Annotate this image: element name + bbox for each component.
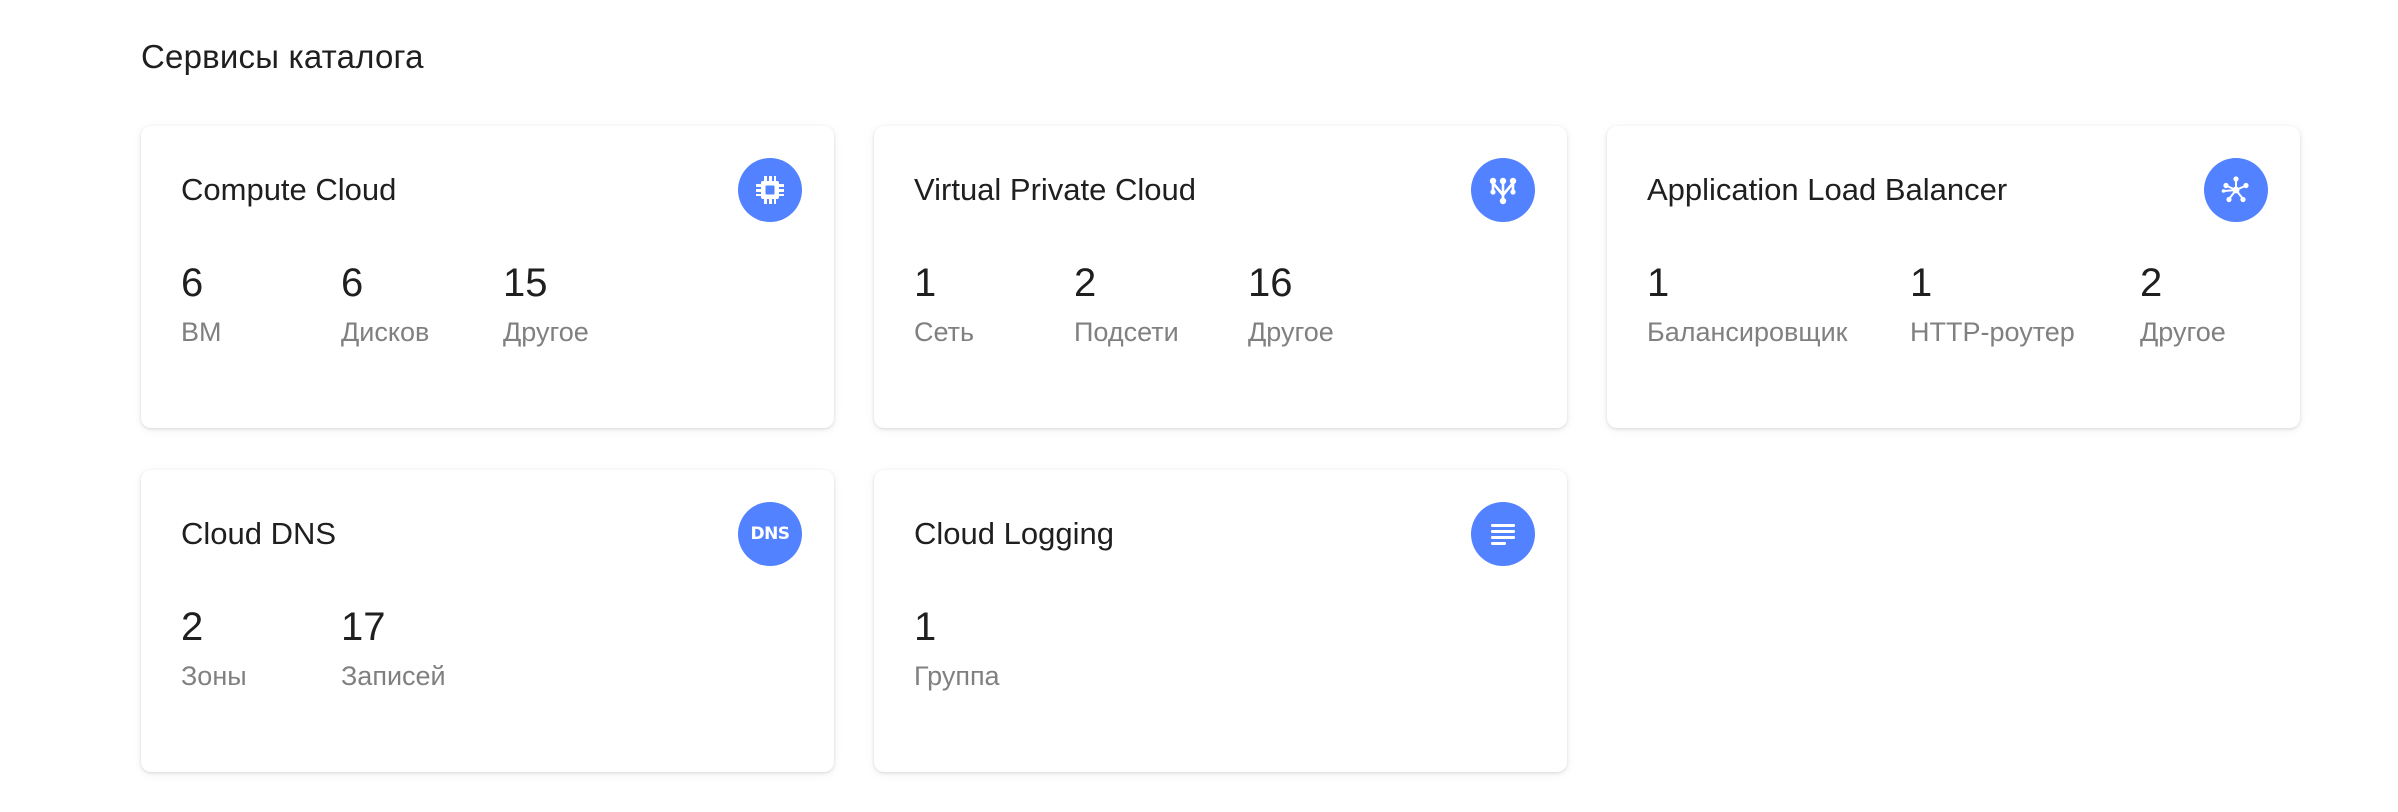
card-title: Cloud DNS — [181, 516, 337, 551]
page-title: Сервисы каталога — [141, 38, 424, 75]
stat-value: 1 — [914, 261, 937, 305]
stat-label: Подсети — [1074, 317, 1179, 347]
service-card-cloud-logging[interactable]: Cloud Logging 1 Группа — [874, 470, 1567, 772]
stat-value: 16 — [1248, 261, 1293, 305]
stat-label: Записей — [341, 661, 446, 691]
stat-label: Группа — [914, 661, 1000, 691]
stat-network: 1 Сеть — [914, 260, 974, 348]
service-card-compute-cloud[interactable]: Compute Cloud 6 ВМ 6 Дисков 15 Другое — [141, 126, 834, 428]
stat-balancer: 1 Балансировщик — [1647, 260, 1847, 348]
stat-label: ВМ — [181, 317, 222, 347]
stat-subnets: 2 Подсети — [1074, 260, 1179, 348]
chip-icon — [738, 158, 802, 222]
stat-vm: 6 ВМ — [181, 260, 222, 348]
stat-label: Другое — [503, 317, 589, 347]
stat-label: Зоны — [181, 661, 247, 691]
log-lines-icon — [1471, 502, 1535, 566]
stat-other: 16 Другое — [1248, 260, 1334, 348]
stat-value: 6 — [181, 261, 204, 305]
stat-label: Другое — [2140, 317, 2226, 347]
stat-value: 1 — [1647, 261, 1670, 305]
card-title: Cloud Logging — [914, 516, 1114, 551]
stat-label: Дисков — [341, 317, 430, 347]
stat-value: 2 — [2140, 261, 2163, 305]
service-card-virtual-private-cloud[interactable]: Virtual Private Cloud 1 Сеть 2 Подсети 1… — [874, 126, 1567, 428]
dns-icon-text: DNS — [750, 524, 790, 544]
stat-records: 17 Записей — [341, 604, 446, 692]
stat-value: 15 — [503, 261, 548, 305]
stat-other: 15 Другое — [503, 260, 589, 348]
card-title: Application Load Balancer — [1647, 172, 2008, 207]
network-icon — [1471, 158, 1535, 222]
stat-value: 6 — [341, 261, 364, 305]
stat-label: HTTP-роутер — [1910, 317, 2075, 347]
stat-other: 2 Другое — [2140, 260, 2226, 348]
stat-label: Другое — [1248, 317, 1334, 347]
stat-group: 1 Группа — [914, 604, 1000, 692]
stat-value: 2 — [1074, 261, 1097, 305]
card-title: Virtual Private Cloud — [914, 172, 1197, 207]
stat-label: Балансировщик — [1647, 317, 1848, 347]
stat-value: 1 — [1910, 261, 1933, 305]
stat-disks: 6 Дисков — [341, 260, 429, 348]
stat-value: 17 — [341, 605, 386, 649]
services-grid: Compute Cloud 6 ВМ 6 Дисков 15 Другое Vi… — [141, 126, 2300, 772]
stat-label: Сеть — [914, 317, 975, 347]
stat-http-router: 1 HTTP-роутер — [1910, 260, 2075, 348]
stat-value: 1 — [914, 605, 937, 649]
stat-zones: 2 Зоны — [181, 604, 247, 692]
service-card-cloud-dns[interactable]: Cloud DNS DNS 2 Зоны 17 Записей — [141, 470, 834, 772]
stat-value: 2 — [181, 605, 204, 649]
balancer-icon — [2204, 158, 2268, 222]
dns-icon: DNS — [738, 502, 802, 566]
card-title: Compute Cloud — [181, 172, 397, 207]
service-card-application-load-balancer[interactable]: Application Load Balancer 1 Балансировщи… — [1607, 126, 2300, 428]
